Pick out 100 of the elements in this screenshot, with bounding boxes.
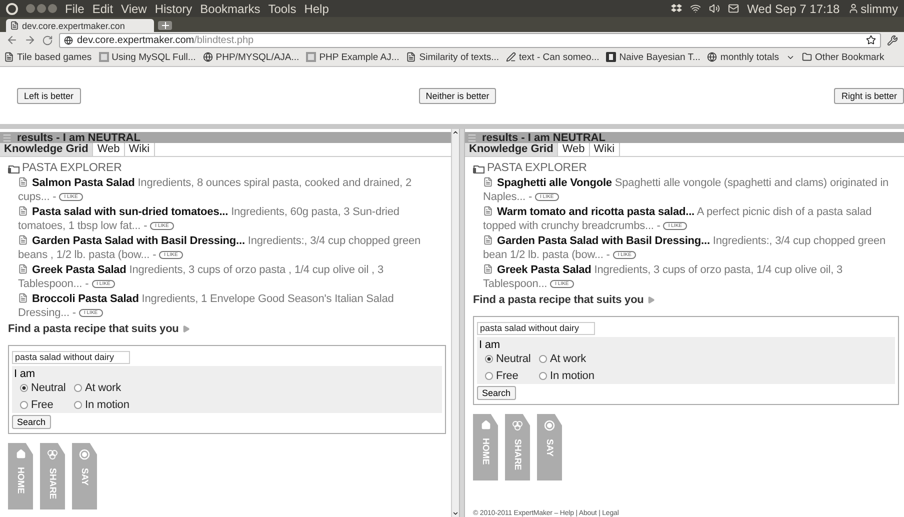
bookmark-item[interactable]: Using MySQL Full... <box>98 52 196 62</box>
search-field[interactable]: pasta salad without dairy <box>477 322 595 334</box>
ring-icon <box>544 420 555 430</box>
clock[interactable]: Wed Sep 7 17:18 <box>747 2 840 16</box>
new-tab-button[interactable] <box>158 21 172 30</box>
bookmark-item[interactable]: PHP Example AJ... <box>306 52 400 62</box>
compare-button[interactable]: Right is better <box>834 88 904 104</box>
bookmark-item[interactable]: monthly totals <box>707 52 780 62</box>
section-title: PASTA EXPLORER <box>487 161 587 176</box>
radio-icon[interactable] <box>20 384 28 392</box>
search-button[interactable]: Search <box>477 386 516 400</box>
minimize-icon[interactable] <box>37 4 46 13</box>
globe-icon <box>64 36 73 44</box>
browser-tab[interactable]: dev.core.expertmaker.con <box>6 19 154 32</box>
radio-option[interactable]: Neutral <box>20 381 74 396</box>
reload-icon[interactable] <box>42 34 53 46</box>
address-bar[interactable]: dev.core.expertmaker.com/blindtest.php <box>59 32 881 48</box>
radio-option[interactable]: At work <box>74 381 154 396</box>
down-icon[interactable] <box>452 510 459 517</box>
bookmark-item[interactable]: text - Can someo... <box>506 52 600 62</box>
menu-item[interactable]: Help <box>304 2 329 16</box>
radio-option[interactable]: In motion <box>539 368 619 383</box>
folder-icon <box>8 162 20 174</box>
wifi-icon[interactable] <box>690 3 702 14</box>
tab[interactable]: Knowledge Grid <box>0 143 94 156</box>
globe-icon <box>707 52 718 62</box>
document-icon <box>483 234 493 244</box>
radio-icon[interactable] <box>539 355 547 364</box>
find-link[interactable]: Find a pasta recipe that suits you <box>473 292 899 307</box>
radio-option[interactable]: In motion <box>74 398 154 412</box>
circles-icon <box>512 420 523 430</box>
page-icon <box>10 21 19 30</box>
play-icon <box>646 296 655 304</box>
bookmark-item[interactable]: Naive Bayesian T... <box>606 52 700 62</box>
header-title: results - I am NEUTRAL <box>482 132 606 144</box>
maximize-icon[interactable] <box>48 4 57 13</box>
radio-icon[interactable] <box>20 400 28 409</box>
menu-item[interactable]: Tools <box>268 2 296 16</box>
folder-icon <box>473 162 485 174</box>
home-icon <box>480 420 490 430</box>
document-icon <box>18 292 28 302</box>
find-link[interactable]: Find a pasta recipe that suits you <box>8 322 446 336</box>
page-icon <box>4 52 14 62</box>
document-icon <box>18 176 28 186</box>
radio-option[interactable]: At work <box>539 352 619 366</box>
search-button[interactable]: Search <box>12 415 51 429</box>
ubuntu-logo-icon[interactable] <box>6 2 18 14</box>
volume-icon[interactable] <box>709 3 720 14</box>
star-icon[interactable] <box>866 35 876 45</box>
page-icon <box>406 52 416 62</box>
radio-icon[interactable] <box>74 400 82 409</box>
section-title: PASTA EXPLORER <box>22 161 122 176</box>
iam-label: I am <box>479 338 501 352</box>
bookmark-item[interactable]: PHP/MYSQL/AJA... <box>202 52 300 62</box>
document-icon <box>606 52 616 62</box>
radio-option[interactable]: Free <box>485 368 539 383</box>
header-title: results - I am NEUTRAL <box>17 132 140 144</box>
compare-button[interactable]: Neither is better <box>418 88 496 104</box>
bookmark-item[interactable]: Other Bookmark <box>802 52 884 62</box>
document-icon <box>18 234 28 244</box>
tab[interactable]: Knowledge Grid <box>465 143 558 156</box>
ring-icon <box>79 448 90 460</box>
radio-icon[interactable] <box>74 384 82 392</box>
bookmark-item[interactable]: Similarity of texts... <box>406 52 499 62</box>
up-icon[interactable] <box>452 129 459 136</box>
back-icon[interactable] <box>6 34 18 46</box>
document-icon <box>483 176 493 186</box>
wrench-icon[interactable] <box>887 34 898 46</box>
document-icon <box>18 206 28 216</box>
dropbox-icon[interactable] <box>671 4 682 14</box>
radio-option[interactable]: Neutral <box>485 352 539 366</box>
document-icon <box>483 264 493 274</box>
menu-item[interactable]: History <box>154 2 192 16</box>
close-icon[interactable] <box>26 4 35 13</box>
user-icon[interactable] <box>848 3 859 14</box>
bookmark-item[interactable]: Tile based games <box>4 52 92 62</box>
document-icon <box>483 206 493 216</box>
grid-icon <box>306 52 316 62</box>
compare-button[interactable]: Left is better <box>17 88 81 104</box>
plus-icon <box>162 22 168 29</box>
play-icon <box>182 324 190 333</box>
mail-icon[interactable] <box>728 3 740 14</box>
menu-item[interactable]: Bookmarks <box>200 2 260 16</box>
iam-label: I am <box>14 366 36 381</box>
radio-icon[interactable] <box>485 355 493 364</box>
search-field[interactable]: pasta salad without dairy <box>12 350 130 364</box>
menu-item[interactable]: Edit <box>92 2 114 16</box>
radio-icon[interactable] <box>539 372 547 380</box>
menu-item[interactable]: File <box>65 2 84 16</box>
radio-icon[interactable] <box>485 372 493 380</box>
forward-icon[interactable] <box>24 34 36 46</box>
home-icon <box>16 448 26 458</box>
scrollbar[interactable] <box>451 129 459 517</box>
circles-icon <box>47 448 58 460</box>
radio-option[interactable]: Free <box>20 398 74 412</box>
menu-item[interactable]: View <box>121 2 147 16</box>
user-name[interactable]: slimmy <box>860 2 898 16</box>
document-icon <box>18 264 28 274</box>
globe-icon <box>202 52 213 62</box>
pen-icon <box>506 52 516 62</box>
